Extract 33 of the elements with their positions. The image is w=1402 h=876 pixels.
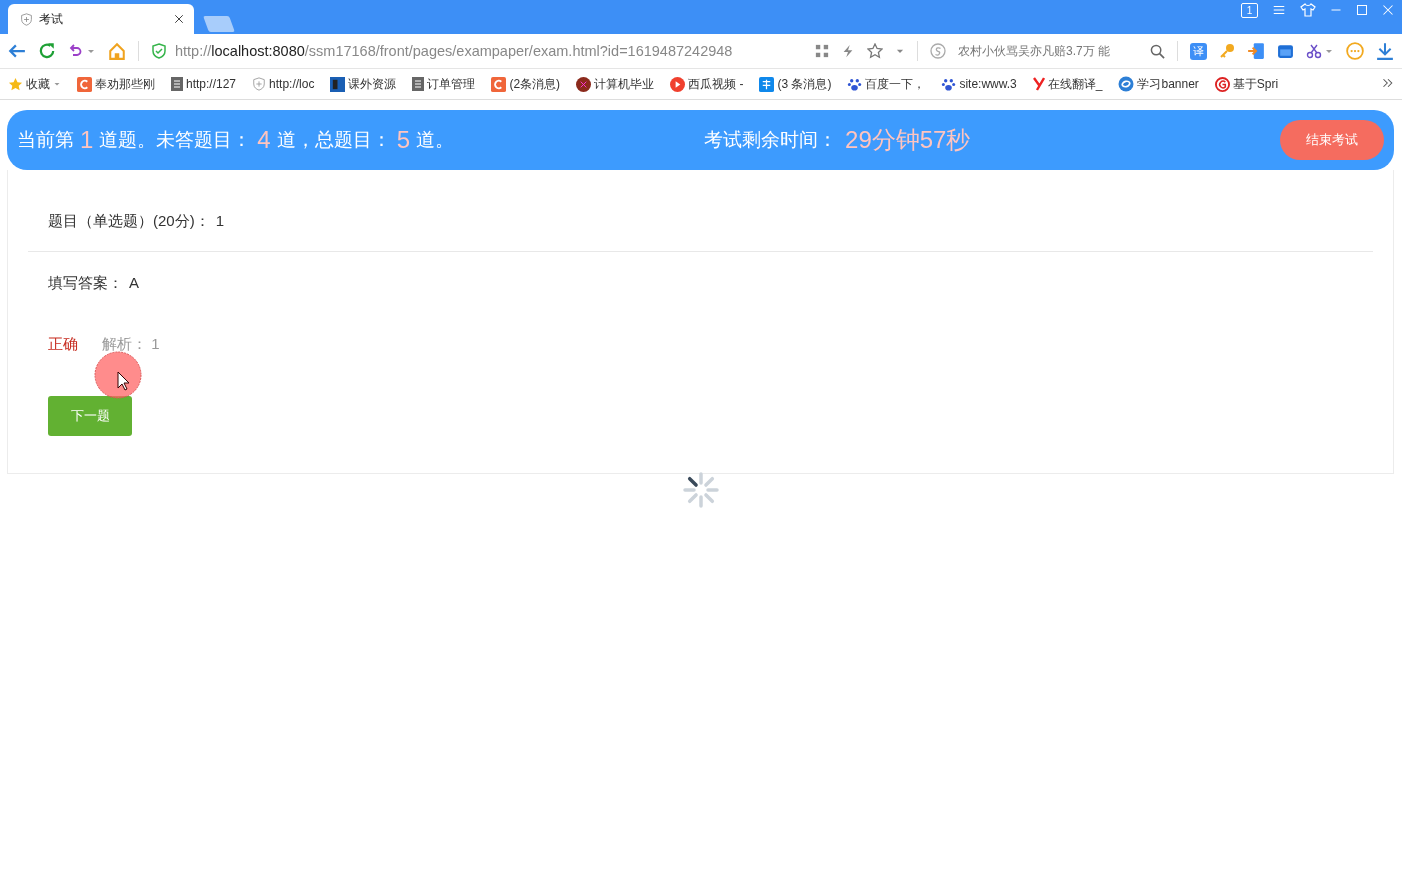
- address-field[interactable]: http://localhost:8080/ssm17168/front/pages/exampaper/exam.html?id=1619487242948: [175, 43, 733, 59]
- answer-value: A: [129, 274, 139, 293]
- browser-tab[interactable]: 考试: [8, 4, 194, 34]
- bookmark-item[interactable]: 计算机毕业: [576, 75, 655, 93]
- status-text: 道。: [416, 128, 455, 152]
- question-text: 1: [215, 212, 225, 231]
- bookmark-item[interactable]: (2条消息): [491, 75, 561, 93]
- bookmark-item[interactable]: 奉劝那些刚: [77, 75, 155, 93]
- bookmark-item[interactable]: 订单管理: [412, 75, 476, 93]
- count-number: 5: [396, 126, 411, 154]
- result-verdict: 正确: [48, 335, 78, 354]
- count-number: 1: [80, 126, 94, 154]
- status-text: 道题。未答题目：: [99, 128, 252, 152]
- count-number: 4: [257, 126, 271, 154]
- timer-label: 考试剩余时间：: [704, 128, 838, 152]
- bookmark-item[interactable]: 基于Spri: [1214, 75, 1279, 93]
- search-field[interactable]: 农村小伙骂吴亦凡赔3.7万 能: [958, 44, 1138, 58]
- bookmark-item[interactable]: (3 条消息): [759, 75, 832, 93]
- timer-value: 29分钟57秒: [845, 125, 971, 155]
- bookmark-item[interactable]: http://loc: [252, 77, 315, 91]
- bookmark-item[interactable]: 在线翻译_: [1032, 75, 1103, 93]
- status-text: 道，总题目：: [276, 128, 391, 152]
- bookmark-item[interactable]: 西瓜视频 -: [670, 75, 744, 93]
- status-text: 当前第: [17, 128, 74, 152]
- bookmark-item[interactable]: 收藏: [8, 75, 61, 93]
- bookmark-item[interactable]: 百度一下，: [847, 75, 926, 93]
- question-label: 题目（单选题）(20分)：: [48, 212, 210, 231]
- bookmark-item[interactable]: 学习banner: [1118, 75, 1199, 93]
- analysis-text: 解析： 1: [102, 335, 160, 354]
- bookmark-item[interactable]: 课外资源: [330, 75, 397, 93]
- answer-label: 填写答案：: [48, 274, 123, 293]
- bookmark-item[interactable]: site:www.3: [941, 76, 1017, 92]
- bookmark-item[interactable]: http://127: [171, 77, 237, 91]
